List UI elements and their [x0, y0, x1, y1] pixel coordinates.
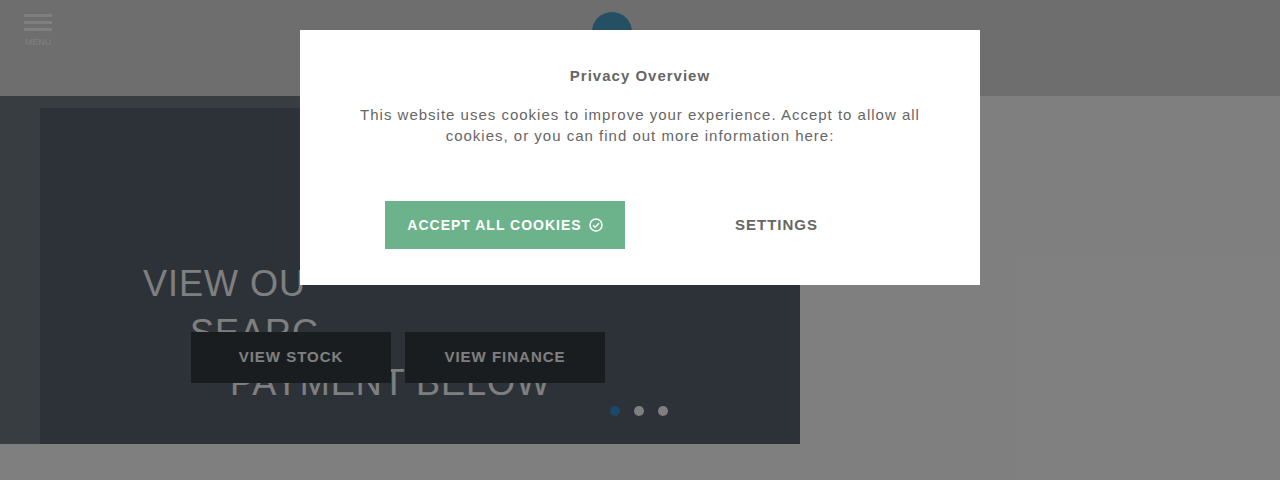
settings-button[interactable]: SETTINGS — [733, 204, 820, 247]
modal-buttons: ACCEPT ALL COOKIES SETTINGS — [340, 201, 940, 249]
check-circle-icon — [589, 218, 603, 232]
privacy-modal: Privacy Overview This website uses cookie… — [300, 30, 980, 285]
accept-button[interactable]: ACCEPT ALL COOKIES — [385, 201, 625, 249]
modal-title: Privacy Overview — [570, 66, 710, 86]
modal-text: This website uses cookies to improve you… — [340, 104, 940, 146]
accept-label: ACCEPT ALL COOKIES — [407, 215, 581, 236]
